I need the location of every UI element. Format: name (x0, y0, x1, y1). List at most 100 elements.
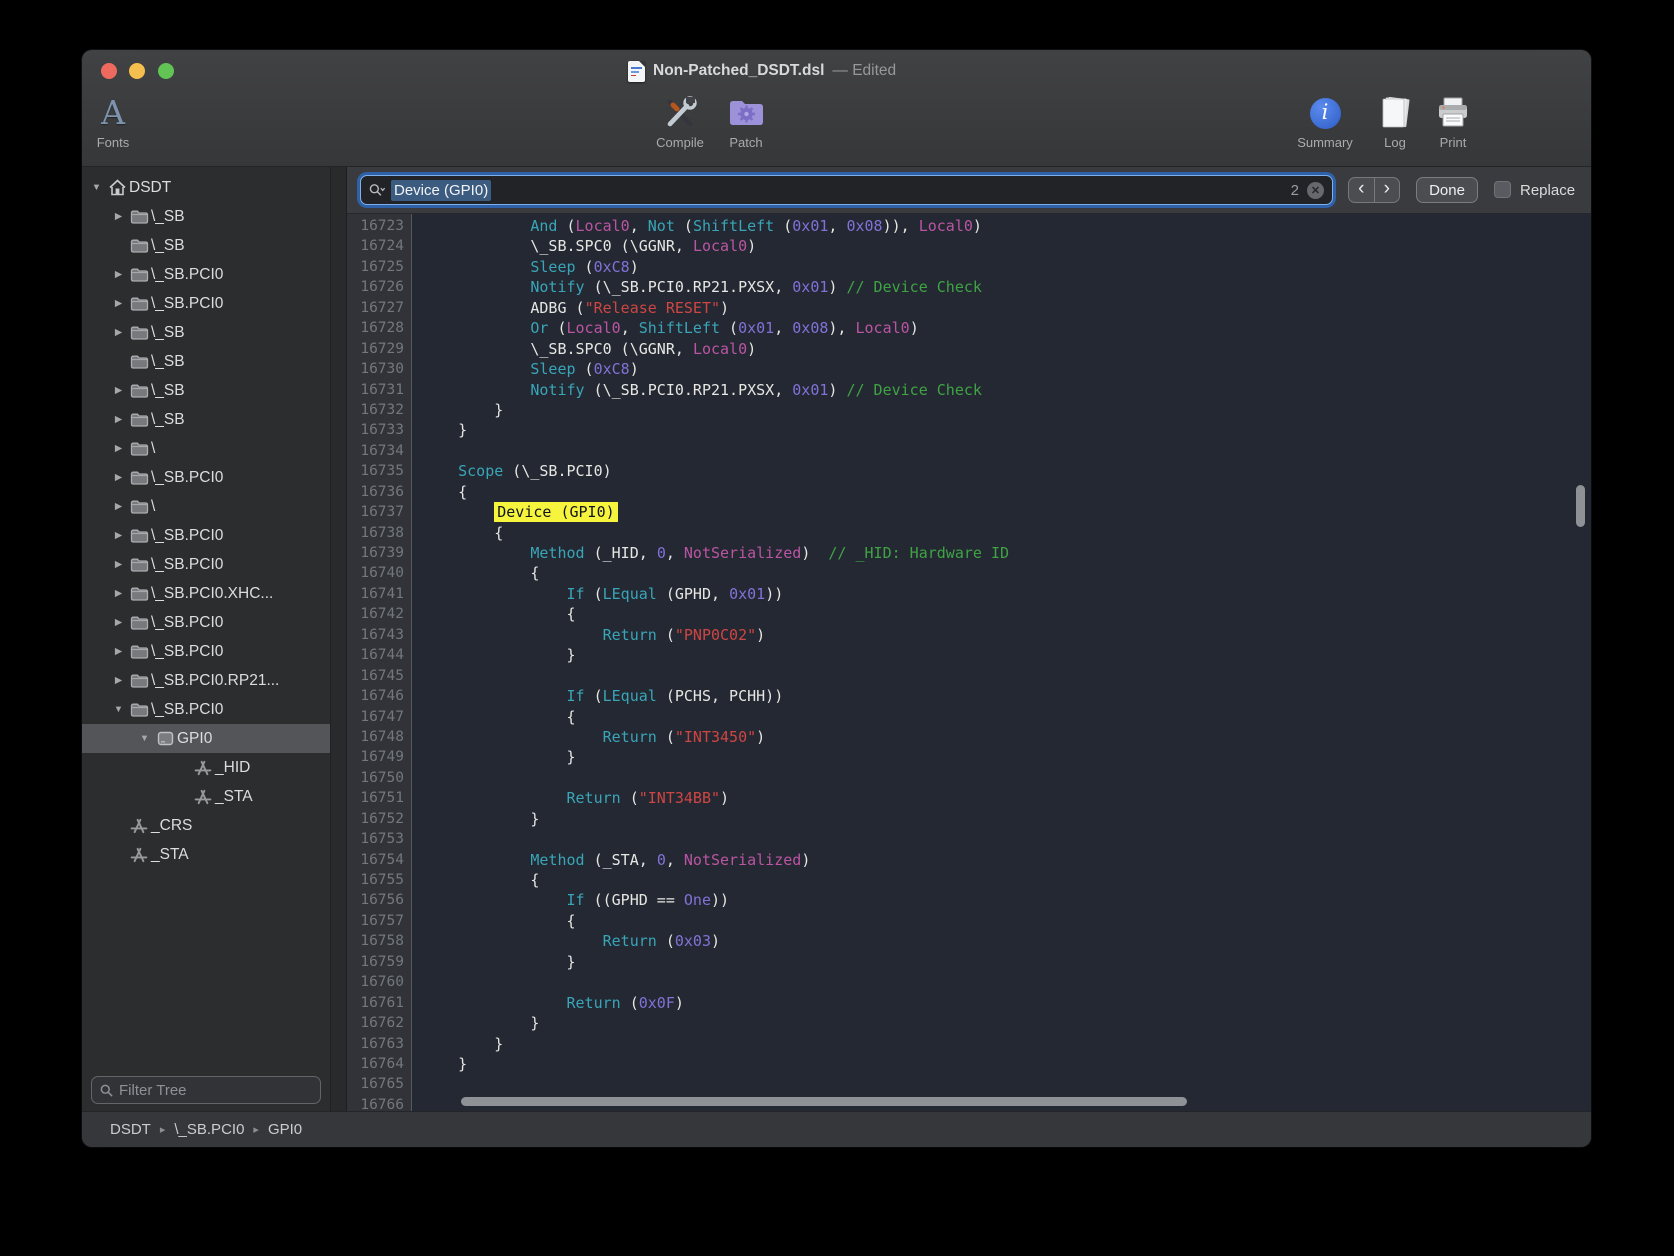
code-line[interactable]: Sleep (0xC8) (422, 257, 1591, 277)
breadcrumb-gpi0[interactable]: GPI0 (268, 1121, 302, 1138)
patch-button[interactable]: Patch (716, 94, 776, 150)
tree-item-sb[interactable]: \_SB (82, 347, 330, 376)
code-line[interactable]: } (422, 1013, 1591, 1033)
horizontal-scrollbar-thumb[interactable] (461, 1097, 1187, 1106)
tree-item-sbpci0[interactable]: ▶\_SB.PCI0 (82, 550, 330, 579)
disclosure-closed-icon[interactable]: ▶ (110, 443, 127, 454)
code-line[interactable]: ADBG ("Release RESET") (422, 298, 1591, 318)
tree-item-sbpci0[interactable]: ▶\_SB.PCI0 (82, 463, 330, 492)
code-line[interactable]: Notify (\_SB.PCI0.RP21.PXSX, 0x01) // De… (422, 277, 1591, 297)
disclosure-open-icon[interactable]: ▼ (136, 733, 153, 744)
summary-button[interactable]: i Summary (1291, 94, 1359, 150)
tree-item-[interactable]: ▶\ (82, 492, 330, 521)
code-line[interactable] (422, 829, 1591, 849)
disclosure-closed-icon[interactable]: ▶ (110, 414, 127, 425)
minimize-button[interactable] (129, 63, 145, 79)
code-line[interactable]: } (422, 809, 1591, 829)
code-content[interactable]: And (Local0, Not (ShiftLeft (0x01, 0x08)… (412, 214, 1591, 1111)
vertical-scrollbar-thumb[interactable] (1576, 485, 1585, 527)
code-line[interactable]: Return ("INT34BB") (422, 788, 1591, 808)
breadcrumb-sb-pci0[interactable]: \_SB.PCI0 (174, 1121, 244, 1138)
code-line[interactable]: { (422, 870, 1591, 890)
find-next-button[interactable]: › (1375, 178, 1400, 202)
done-button[interactable]: Done (1416, 177, 1478, 203)
code-line[interactable]: } (422, 400, 1591, 420)
code-line[interactable]: } (422, 420, 1591, 440)
disclosure-closed-icon[interactable]: ▶ (110, 675, 127, 686)
code-line[interactable]: } (422, 747, 1591, 767)
tree-item-sbpci0[interactable]: ▶\_SB.PCI0 (82, 608, 330, 637)
code-line[interactable]: { (422, 707, 1591, 727)
clear-search-icon[interactable]: ✕ (1307, 182, 1324, 199)
disclosure-closed-icon[interactable]: ▶ (110, 385, 127, 396)
code-line[interactable]: Return (0x0F) (422, 993, 1591, 1013)
tree-item-sbpci0[interactable]: ▶\_SB.PCI0 (82, 260, 330, 289)
close-button[interactable] (101, 63, 117, 79)
code-line[interactable]: Return ("INT3450") (422, 727, 1591, 747)
find-previous-button[interactable]: ‹ (1349, 178, 1375, 202)
tree-item-sbpci0[interactable]: ▶\_SB.PCI0 (82, 637, 330, 666)
tree-item-sta[interactable]: _STA (82, 782, 330, 811)
search-input[interactable]: Device (GPI0) 2 ✕ (360, 175, 1333, 205)
code-line[interactable]: Or (Local0, ShiftLeft (0x01, 0x08), Loca… (422, 318, 1591, 338)
tree-item-gpi0[interactable]: ▼GPI0 (82, 724, 330, 753)
disclosure-closed-icon[interactable]: ▶ (110, 559, 127, 570)
tree-item-sbpci0[interactable]: ▶\_SB.PCI0 (82, 289, 330, 318)
code-line[interactable] (422, 1074, 1591, 1094)
code-line[interactable]: Device (GPI0) (422, 502, 1591, 522)
code-line[interactable]: } (422, 1054, 1591, 1074)
disclosure-closed-icon[interactable]: ▶ (110, 211, 127, 222)
tree-item-[interactable]: ▶\ (82, 434, 330, 463)
tree-item-sbpci0[interactable]: ▼\_SB.PCI0 (82, 695, 330, 724)
code-line[interactable]: \_SB.SPC0 (\GGNR, Local0) (422, 339, 1591, 359)
filter-tree-input[interactable]: Filter Tree (91, 1076, 321, 1104)
code-line[interactable]: Return (0x03) (422, 931, 1591, 951)
code-line[interactable]: Notify (\_SB.PCI0.RP21.PXSX, 0x01) // De… (422, 380, 1591, 400)
code-line[interactable]: { (422, 523, 1591, 543)
tree-item-sb[interactable]: ▶\_SB (82, 202, 330, 231)
zoom-button[interactable] (158, 63, 174, 79)
tree-item-sb[interactable]: ▶\_SB (82, 376, 330, 405)
disclosure-closed-icon[interactable]: ▶ (110, 617, 127, 628)
disclosure-closed-icon[interactable]: ▶ (110, 327, 127, 338)
code-line[interactable]: } (422, 952, 1591, 972)
code-line[interactable]: Return ("PNP0C02") (422, 625, 1591, 645)
code-line[interactable]: And (Local0, Not (ShiftLeft (0x01, 0x08)… (422, 216, 1591, 236)
replace-checkbox[interactable] (1494, 181, 1511, 198)
code-line[interactable]: \_SB.SPC0 (\GGNR, Local0) (422, 236, 1591, 256)
compile-button[interactable]: Compile (648, 94, 712, 150)
tree-item-sb[interactable]: ▶\_SB (82, 318, 330, 347)
disclosure-closed-icon[interactable]: ▶ (110, 530, 127, 541)
code-line[interactable]: Method (_STA, 0, NotSerialized) (422, 850, 1591, 870)
code-line[interactable]: Method (_HID, 0, NotSerialized) // _HID:… (422, 543, 1591, 563)
fonts-button[interactable]: A Fonts (83, 94, 143, 150)
disclosure-closed-icon[interactable]: ▶ (110, 298, 127, 309)
tree-item-sbpci0rp21[interactable]: ▶\_SB.PCI0.RP21... (82, 666, 330, 695)
code-line[interactable]: { (422, 563, 1591, 583)
disclosure-open-icon[interactable]: ▼ (88, 182, 105, 193)
tree-item-sb[interactable]: ▶\_SB (82, 405, 330, 434)
code-line[interactable] (422, 768, 1591, 788)
tree-item-sta[interactable]: _STA (82, 840, 330, 869)
code-line[interactable]: } (422, 1034, 1591, 1054)
search-menu-icon[interactable] (369, 183, 385, 197)
disclosure-closed-icon[interactable]: ▶ (110, 646, 127, 657)
log-button[interactable]: Log (1367, 94, 1423, 150)
disclosure-closed-icon[interactable]: ▶ (110, 472, 127, 483)
pane-splitter[interactable] (330, 167, 347, 1111)
tree-item-dsdt[interactable]: ▼DSDT (82, 173, 330, 202)
tree-item-sb[interactable]: \_SB (82, 231, 330, 260)
disclosure-open-icon[interactable]: ▼ (110, 704, 127, 715)
tree-item-crs[interactable]: _CRS (82, 811, 330, 840)
sidebar-tree[interactable]: ▼DSDT▶\_SB\_SB▶\_SB.PCI0▶\_SB.PCI0▶\_SB\… (82, 167, 330, 1071)
code-line[interactable]: If ((GPHD == One)) (422, 890, 1591, 910)
breadcrumb-dsdt[interactable]: DSDT (110, 1121, 151, 1138)
disclosure-closed-icon[interactable]: ▶ (110, 501, 127, 512)
tree-item-sbpci0[interactable]: ▶\_SB.PCI0 (82, 521, 330, 550)
code-line[interactable]: { (422, 911, 1591, 931)
tree-item-hid[interactable]: _HID (82, 753, 330, 782)
code-line[interactable] (422, 972, 1591, 992)
code-line[interactable]: Scope (\_SB.PCI0) (422, 461, 1591, 481)
code-line[interactable]: } (422, 645, 1591, 665)
disclosure-closed-icon[interactable]: ▶ (110, 269, 127, 280)
